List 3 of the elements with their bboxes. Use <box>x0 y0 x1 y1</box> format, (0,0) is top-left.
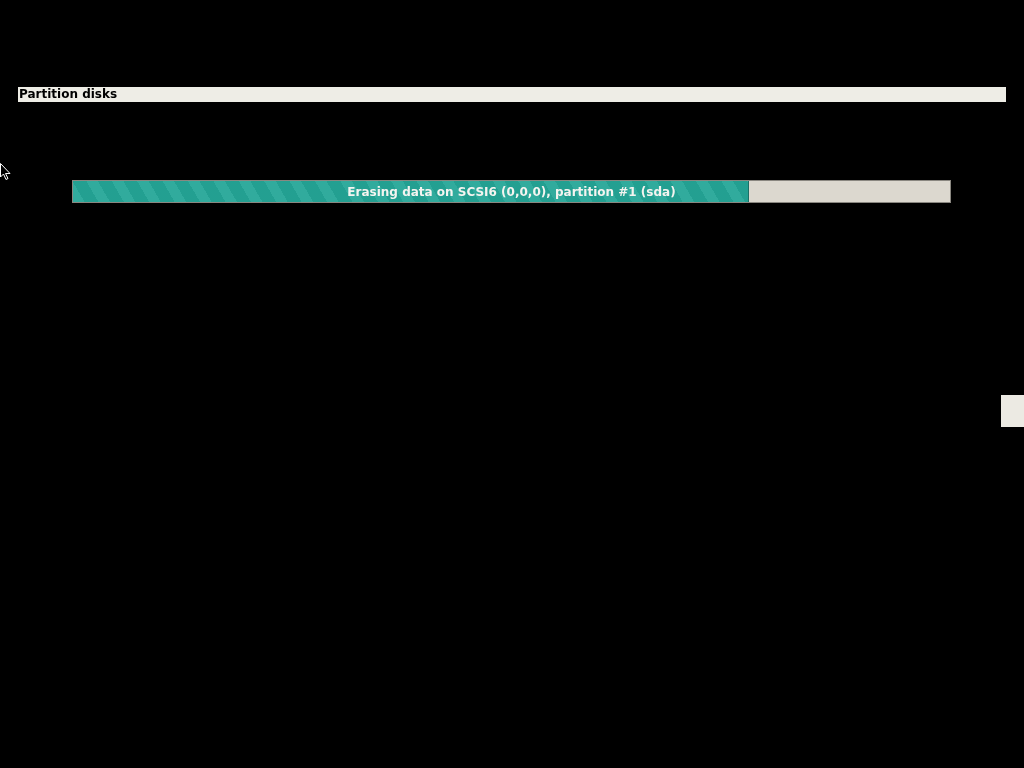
edge-panel <box>1001 395 1024 427</box>
progress-label: Erasing data on SCSI6 (0,0,0), partition #1 (sda) <box>347 184 676 199</box>
window-title: Partition disks <box>18 87 1006 102</box>
